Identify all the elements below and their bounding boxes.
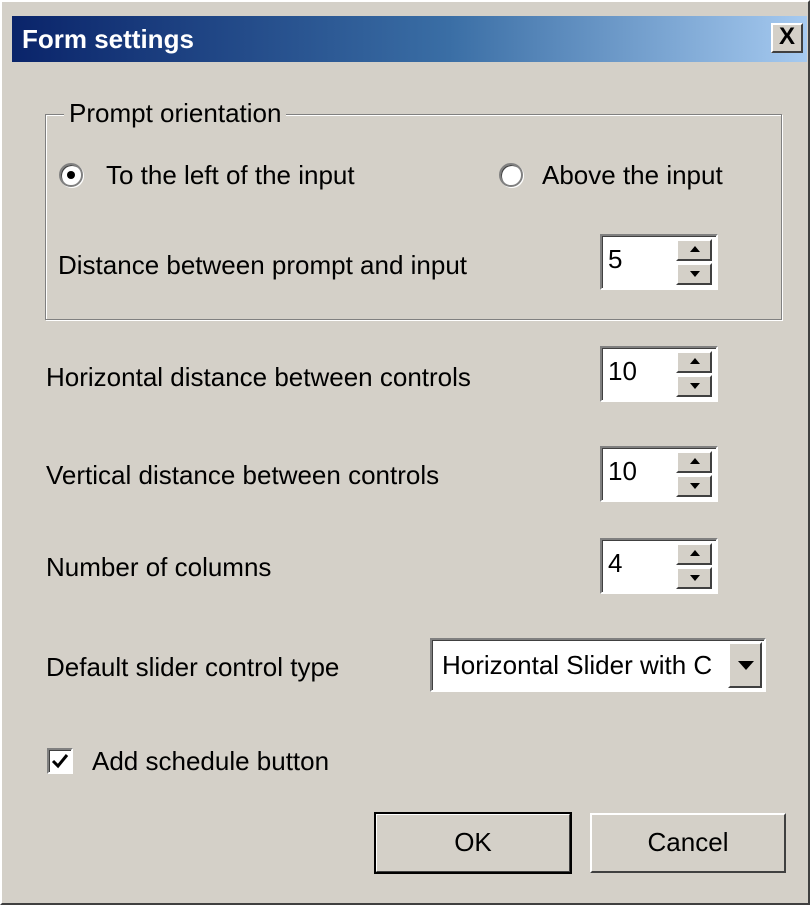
cancel-button[interactable]: Cancel: [590, 813, 786, 873]
radio-above-input-label[interactable]: Above the input: [542, 160, 723, 191]
dropdown-button[interactable]: [728, 642, 762, 688]
number-of-columns-spinner[interactable]: 4: [600, 538, 718, 594]
spin-down-button[interactable]: [676, 263, 712, 285]
default-slider-type-select[interactable]: Horizontal Slider with C: [430, 638, 766, 692]
default-slider-type-value[interactable]: Horizontal Slider with C: [442, 650, 712, 681]
radio-above-input[interactable]: [499, 163, 523, 187]
add-schedule-label[interactable]: Add schedule button: [92, 746, 329, 777]
arrow-up-icon: [690, 358, 700, 364]
spin-up-button[interactable]: [676, 451, 712, 473]
default-slider-type-label: Default slider control type: [46, 652, 340, 682]
add-schedule-checkbox[interactable]: [47, 748, 73, 774]
vertical-distance-spinner[interactable]: 10: [600, 446, 718, 502]
spin-up-button[interactable]: [676, 543, 712, 565]
number-of-columns-value[interactable]: 4: [608, 548, 622, 579]
radio-left-of-input-label[interactable]: To the left of the input: [106, 160, 355, 191]
distance-prompt-input-value[interactable]: 5: [608, 244, 622, 275]
prompt-orientation-legend: Prompt orientation: [64, 98, 287, 129]
close-button[interactable]: X: [771, 23, 803, 53]
horizontal-distance-value[interactable]: 10: [608, 356, 637, 387]
arrow-down-icon: [690, 383, 700, 389]
arrow-down-icon: [690, 575, 700, 581]
checkmark-icon: [51, 754, 69, 769]
radio-selected-dot: [67, 171, 75, 179]
arrow-up-icon: [690, 246, 700, 252]
spin-down-button[interactable]: [676, 475, 712, 497]
chevron-down-icon: [738, 661, 754, 670]
distance-prompt-input-label: Distance between prompt and input: [58, 250, 468, 280]
horizontal-distance-spinner[interactable]: 10: [600, 346, 718, 402]
arrow-up-icon: [690, 458, 700, 464]
spin-up-button[interactable]: [676, 351, 712, 373]
window-title: Form settings: [22, 24, 194, 54]
spin-up-button[interactable]: [676, 239, 712, 261]
title-bar[interactable]: Form settings X: [12, 16, 807, 62]
vertical-distance-value[interactable]: 10: [608, 456, 637, 487]
arrow-down-icon: [690, 271, 700, 277]
number-of-columns-label: Number of columns: [46, 552, 272, 582]
distance-prompt-input-spinner[interactable]: 5: [600, 234, 718, 290]
arrow-down-icon: [690, 483, 700, 489]
form-settings-dialog: Form settings X Prompt orientation To th…: [0, 0, 810, 905]
horizontal-distance-label: Horizontal distance between controls: [46, 362, 471, 392]
ok-button[interactable]: OK: [374, 812, 572, 874]
radio-left-of-input[interactable]: [59, 163, 83, 187]
spin-down-button[interactable]: [676, 567, 712, 589]
vertical-distance-label: Vertical distance between controls: [46, 460, 440, 490]
spin-down-button[interactable]: [676, 375, 712, 397]
arrow-up-icon: [690, 550, 700, 556]
